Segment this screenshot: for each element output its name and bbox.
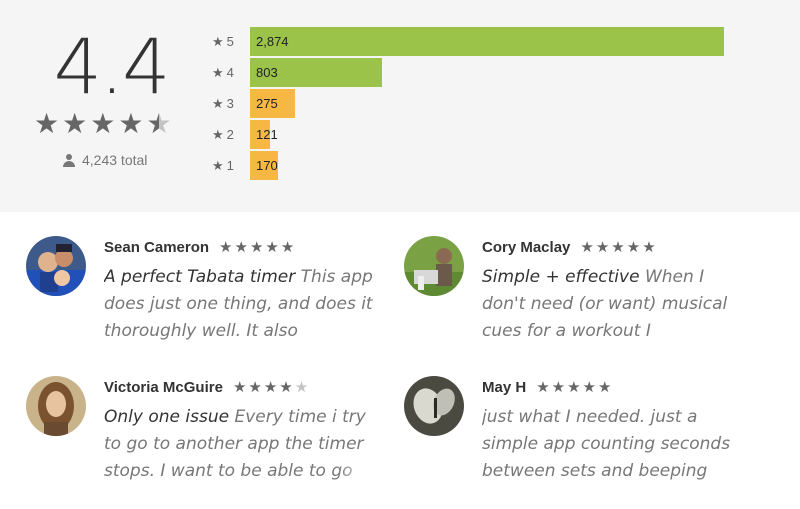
review-card[interactable]: Sean Cameron ★ ★ ★ ★ ★ A perfect Tabata time… [26, 236, 386, 366]
histogram-count: 275 [256, 96, 278, 111]
star-icon: ★ [212, 158, 224, 173]
star-icon: ★ [582, 379, 596, 396]
star-icon: ★ [62, 108, 88, 139]
star-icon: ★ [536, 379, 550, 396]
star-icon: ★ [265, 239, 279, 256]
histogram-star-label: 3 [226, 96, 234, 111]
histogram-count: 803 [256, 65, 278, 80]
star-icon: ★ [212, 96, 224, 111]
star-empty-icon: ★ [294, 379, 309, 396]
histogram-star-label: 4 [226, 65, 234, 80]
star-icon: ★ [567, 379, 581, 396]
histogram-bar: 2,874 [250, 27, 724, 56]
avatar[interactable] [26, 376, 86, 436]
star-icon: ★ [212, 127, 224, 142]
star-icon: ★ [249, 239, 264, 256]
histogram-star-label: 5 [226, 34, 234, 49]
star-icon: ★ [279, 379, 293, 396]
histogram-count: 121 [256, 127, 278, 142]
review-card[interactable]: May H ★ ★ ★ ★ ★ just what I needed. just a s… [404, 376, 764, 506]
review-text: Only one issue Every time i try to go to… [104, 404, 374, 485]
average-score: 4.4 [53, 22, 171, 111]
total-ratings-label: 4,243 total [82, 152, 148, 168]
average-stars: ★ ★ ★ ★ ★ [34, 110, 172, 138]
reviewer-name: Cory Maclay [482, 239, 571, 256]
review-card[interactable]: Cory Maclay ★ ★ ★ ★ ★ Simple + effective Whe… [404, 236, 764, 366]
star-icon: ★ [642, 239, 656, 256]
star-icon: ★ [595, 239, 610, 256]
review-stars: ★ ★ ★ ★ ★ [580, 240, 655, 255]
review-title: Simple + effective [482, 267, 640, 287]
review-body: just what I needed. just a simple app co… [482, 407, 731, 481]
review-title: A perfect Tabata timer [104, 267, 296, 287]
reviewer-name: Victoria McGuire [104, 379, 223, 396]
half-star-icon: ★ [146, 108, 172, 139]
star-icon: ★ [611, 239, 625, 256]
review-text: A perfect Tabata timer This app does jus… [104, 264, 374, 345]
star-icon: ★ [580, 239, 594, 256]
avatar[interactable] [26, 236, 86, 296]
avatar[interactable] [404, 376, 464, 436]
total-ratings: 4,243 total [62, 152, 147, 168]
star-icon: ★ [212, 34, 224, 49]
avatar[interactable] [404, 236, 464, 296]
star-icon: ★ [34, 108, 60, 139]
histogram-star-label: 2 [226, 127, 234, 142]
person-icon [62, 153, 76, 167]
histogram-count: 170 [256, 158, 278, 173]
star-icon: ★ [232, 379, 247, 396]
histogram-star-label: 1 [226, 158, 234, 173]
histogram-bar: 275 [250, 89, 295, 118]
star-icon: ★ [234, 239, 248, 256]
star-icon: ★ [219, 239, 233, 256]
review-stars: ★ ★ ★ ★ ★ [219, 240, 294, 255]
star-icon: ★ [90, 108, 116, 139]
review-text: Simple + effective When I don't need (or… [482, 264, 752, 345]
histogram-count: 2,874 [256, 34, 289, 49]
star-icon: ★ [248, 379, 262, 396]
reviewer-name: May H [482, 379, 527, 396]
star-icon: ★ [551, 379, 566, 396]
histogram-bar: 170 [250, 151, 278, 180]
star-icon: ★ [118, 108, 144, 139]
histogram-bar: 121 [250, 120, 278, 149]
star-icon: ★ [263, 379, 278, 396]
histogram-bar: 803 [250, 58, 382, 87]
review-title: Only one issue [104, 407, 230, 427]
review-card[interactable]: Victoria McGuire ★ ★ ★ ★ ★ Only one issue Ev… [26, 376, 386, 506]
reviewer-name: Sean Cameron [104, 239, 210, 256]
rating-summary: 4.4 ★ ★ ★ ★ ★ 4,243 total ★ 5 2,874 ★ 4 80… [0, 0, 800, 212]
review-stars: ★ ★ ★ ★ ★ [536, 380, 611, 395]
star-icon: ★ [212, 65, 224, 80]
review-stars: ★ ★ ★ ★ ★ [233, 380, 308, 395]
star-icon: ★ [280, 239, 295, 256]
review-text: just what I needed. just a simple app co… [482, 404, 752, 485]
star-icon: ★ [598, 379, 612, 396]
star-icon: ★ [626, 239, 641, 256]
